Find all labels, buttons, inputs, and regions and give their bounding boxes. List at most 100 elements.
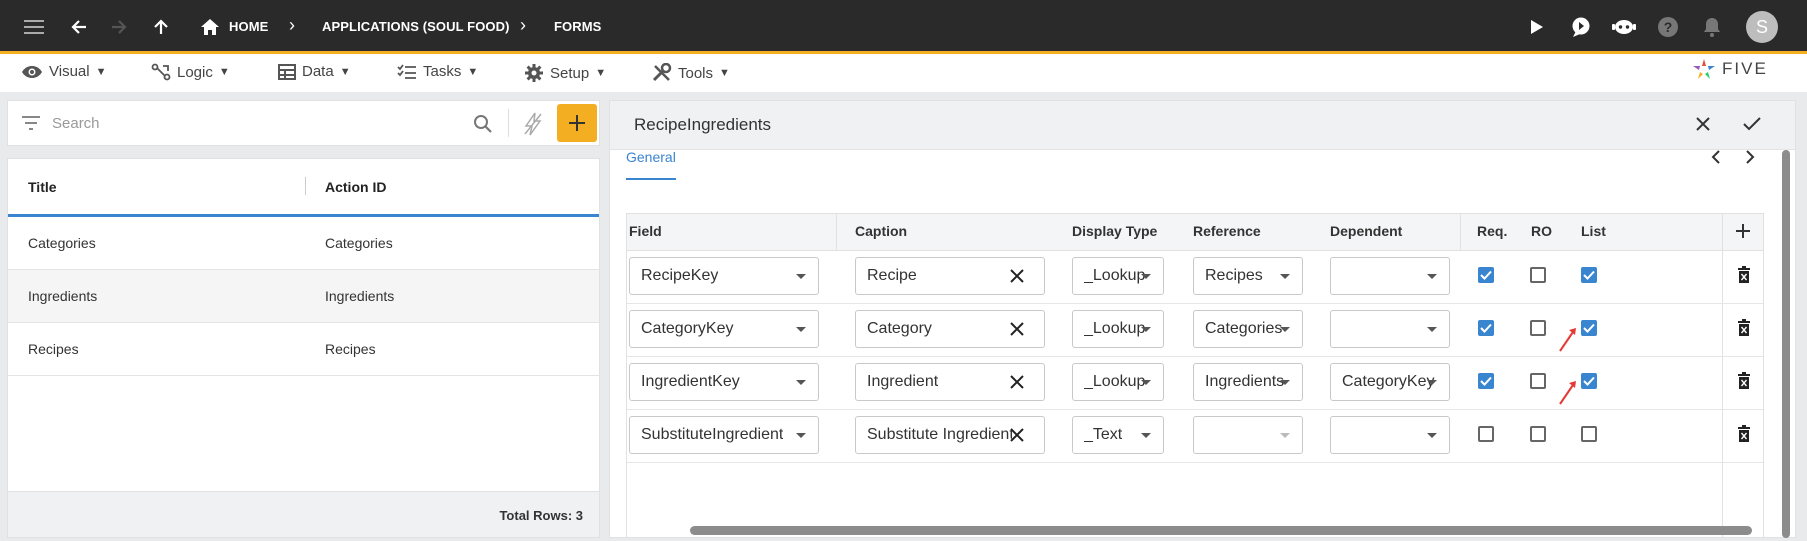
close-icon[interactable] xyxy=(1695,116,1711,132)
bot-icon[interactable] xyxy=(1611,14,1637,40)
search-input[interactable]: Search xyxy=(52,115,100,132)
chevron-right-icon[interactable] xyxy=(1745,150,1755,164)
lightning-icon[interactable] xyxy=(523,112,543,136)
menu-setup[interactable]: Setup ▼ xyxy=(524,63,606,83)
chat-icon[interactable] xyxy=(1568,14,1594,40)
home-icon[interactable] xyxy=(197,14,223,40)
filter-icon[interactable] xyxy=(22,116,40,130)
play-icon[interactable] xyxy=(1524,14,1550,40)
column-header-dependent[interactable]: Dependent xyxy=(1330,223,1402,239)
breadcrumb-application[interactable]: APPLICATIONS (SOUL FOOD) xyxy=(322,19,510,34)
horizontal-scrollbar[interactable] xyxy=(690,526,1752,535)
delete-icon[interactable] xyxy=(1737,266,1751,284)
add-button[interactable] xyxy=(557,104,597,142)
ro-checkbox[interactable] xyxy=(1530,267,1546,283)
clear-icon[interactable] xyxy=(1010,375,1024,389)
caption-input[interactable]: Ingredient xyxy=(855,363,1045,401)
tab-general-label: General xyxy=(626,149,676,165)
caption-value: Category xyxy=(867,320,932,337)
display-type-value: _Lookup xyxy=(1084,373,1146,390)
dependent-select[interactable] xyxy=(1330,416,1450,454)
display-type-select[interactable]: _Text xyxy=(1072,416,1164,454)
req-checkbox[interactable] xyxy=(1478,426,1494,442)
list-checkbox[interactable] xyxy=(1581,426,1597,442)
search-bar: Search xyxy=(7,100,600,146)
column-header-action-id[interactable]: Action ID xyxy=(325,179,386,195)
list-item[interactable]: Recipes Recipes xyxy=(8,323,599,376)
chevron-down-icon xyxy=(1427,433,1437,438)
req-checkbox[interactable] xyxy=(1478,373,1494,389)
dependent-select[interactable] xyxy=(1330,257,1450,295)
delete-icon[interactable] xyxy=(1737,425,1751,443)
clear-icon[interactable] xyxy=(1010,269,1024,283)
help-icon[interactable]: ? xyxy=(1655,14,1681,40)
menu-tasks[interactable]: Tasks ▼ xyxy=(397,63,478,80)
field-select[interactable]: RecipeKey xyxy=(629,257,819,295)
back-icon[interactable] xyxy=(66,14,92,40)
menu-tools[interactable]: Tools ▼ xyxy=(652,63,730,83)
list-item[interactable]: Categories Categories xyxy=(8,217,599,270)
display-type-select[interactable]: _Lookup xyxy=(1072,363,1164,401)
check-icon[interactable] xyxy=(1743,116,1761,132)
menu-setup-label: Setup xyxy=(550,64,590,82)
vertical-scrollbar[interactable] xyxy=(1782,150,1790,538)
chevron-down-icon xyxy=(1141,380,1151,385)
display-type-select[interactable]: _Lookup xyxy=(1072,310,1164,348)
breadcrumb-home[interactable]: HOME xyxy=(229,19,268,34)
reference-select[interactable]: Recipes xyxy=(1193,257,1303,295)
column-header-field[interactable]: Field xyxy=(629,223,662,239)
ro-checkbox[interactable] xyxy=(1530,373,1546,389)
display-type-select[interactable]: _Lookup xyxy=(1072,257,1164,295)
avatar[interactable]: S xyxy=(1746,11,1778,43)
list-checkbox[interactable] xyxy=(1581,373,1597,389)
reference-select[interactable]: Ingredients xyxy=(1193,363,1303,401)
delete-icon[interactable] xyxy=(1737,319,1751,337)
ro-checkbox[interactable] xyxy=(1530,320,1546,336)
caption-input[interactable]: Substitute Ingredient xyxy=(855,416,1045,454)
ro-checkbox[interactable] xyxy=(1530,426,1546,442)
bell-icon[interactable] xyxy=(1699,14,1725,40)
reference-select[interactable] xyxy=(1193,416,1303,454)
table-row: IngredientKey Ingredient _Lookup Ingredi… xyxy=(627,356,1763,410)
list-checkbox[interactable] xyxy=(1581,267,1597,283)
field-select[interactable]: IngredientKey xyxy=(629,363,819,401)
chevron-down-icon xyxy=(1427,380,1437,385)
column-header-title[interactable]: Title xyxy=(28,179,57,195)
fields-grid: Field Caption Display Type Reference Dep… xyxy=(626,213,1764,537)
dependent-select[interactable] xyxy=(1330,310,1450,348)
caption-input[interactable]: Category xyxy=(855,310,1045,348)
field-select[interactable]: SubstituteIngredient xyxy=(629,416,819,454)
chevron-down-icon xyxy=(1280,274,1290,279)
add-row-icon[interactable] xyxy=(1735,223,1751,239)
req-checkbox[interactable] xyxy=(1478,267,1494,283)
delete-icon[interactable] xyxy=(1737,372,1751,390)
column-header-reference[interactable]: Reference xyxy=(1193,223,1261,239)
menu-data[interactable]: Data ▼ xyxy=(278,63,351,80)
column-header-ro[interactable]: RO xyxy=(1531,223,1552,239)
search-icon[interactable] xyxy=(473,114,493,134)
field-value: IngredientKey xyxy=(641,373,740,390)
chevron-left-icon[interactable] xyxy=(1711,150,1721,164)
list-checkbox[interactable] xyxy=(1581,320,1597,336)
column-header-display-type[interactable]: Display Type xyxy=(1072,223,1157,239)
menu-data-label: Data xyxy=(302,63,334,80)
column-header-caption[interactable]: Caption xyxy=(855,223,907,239)
column-header-req[interactable]: Req. xyxy=(1477,223,1507,239)
clear-icon[interactable] xyxy=(1010,428,1024,442)
field-select[interactable]: CategoryKey xyxy=(629,310,819,348)
tab-general[interactable]: General xyxy=(626,147,676,180)
field-value: SubstituteIngredient xyxy=(641,426,784,443)
clear-icon[interactable] xyxy=(1010,322,1024,336)
breadcrumb-forms[interactable]: FORMS xyxy=(554,19,601,34)
dependent-select[interactable]: CategoryKey xyxy=(1330,363,1450,401)
reference-select[interactable]: Categories xyxy=(1193,310,1303,348)
column-header-list[interactable]: List xyxy=(1581,223,1606,239)
list-item[interactable]: Ingredients Ingredients xyxy=(8,270,599,323)
req-checkbox[interactable] xyxy=(1478,320,1494,336)
menu-logic[interactable]: Logic ▼ xyxy=(151,63,230,81)
hamburger-icon[interactable] xyxy=(21,14,47,40)
logic-icon xyxy=(151,63,171,81)
up-icon[interactable] xyxy=(148,14,174,40)
menu-visual[interactable]: Visual ▼ xyxy=(21,63,106,80)
caption-input[interactable]: Recipe xyxy=(855,257,1045,295)
